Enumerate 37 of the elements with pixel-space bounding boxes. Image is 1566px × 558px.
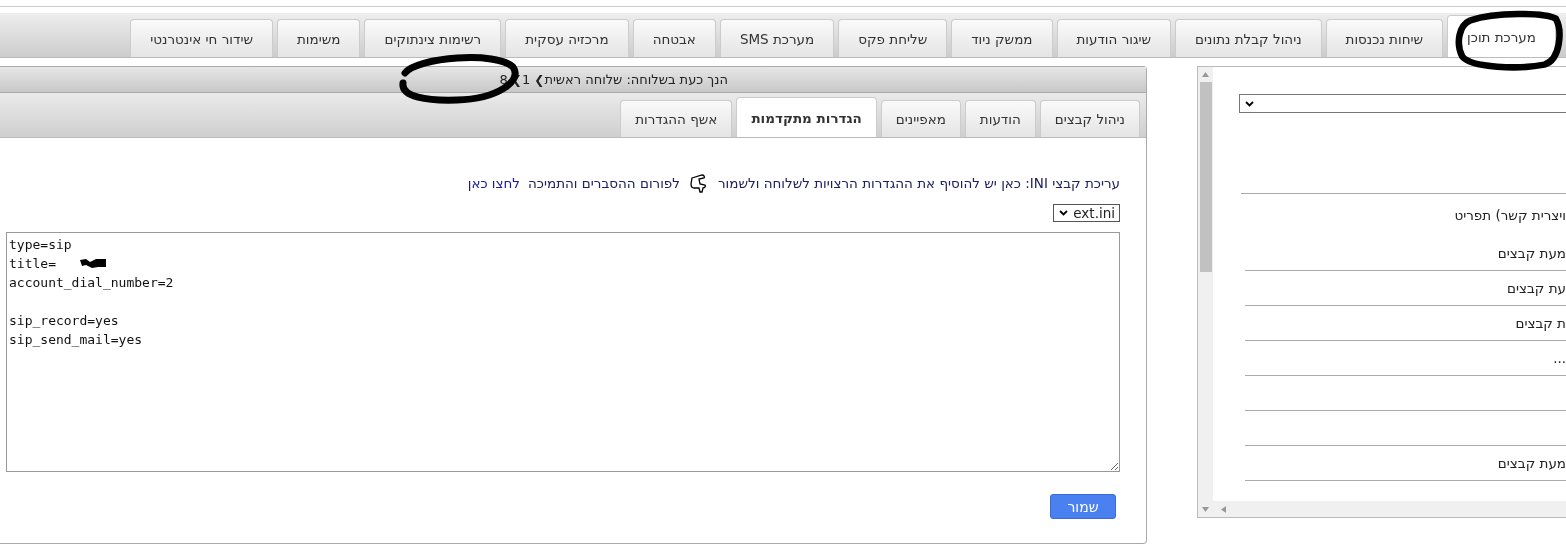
menu-item[interactable]: ויצרית קשר) תפריט [1454,207,1566,223]
forum-text: לפורום ההסברים והתמיכה [528,175,680,191]
nav-tab[interactable]: שיגור הודעות [1056,19,1172,57]
nav-tab[interactable]: שיחות נכנסות [1325,19,1444,57]
nav-tab[interactable]: רשימות צינתוקים [364,19,502,57]
menu-item[interactable]: מעת קבצים [1497,245,1566,261]
nav-tab[interactable]: מרכזיה עסקית [505,19,629,57]
tab[interactable]: אשף ההגדרות [620,100,733,137]
tab[interactable]: הודעות [964,100,1036,137]
save-button[interactable]: שמור [1050,494,1116,519]
nav-tab[interactable]: ניהול קבלת נתונים [1175,19,1322,57]
info-text: עריכת קבצי INI: כאן יש להוסיף את ההגדרות הרצויות לשלוחה ולשמור [718,175,1120,191]
scroll-left-icon[interactable] [1221,505,1226,513]
ini-editor[interactable]: type=sip title= account_dial_number=2 sip_record=yes sip_send_mail=yes [6,232,1120,472]
menu-item[interactable]: עת קבצים [1507,280,1566,296]
nav-tab[interactable]: אבטחה [632,19,716,57]
scrollbar[interactable] [1198,67,1213,517]
help-link[interactable]: לחצו כאן [467,175,521,191]
menu-item[interactable]: ת קבצים [1515,315,1566,331]
nav-tab[interactable]: מערכת SMS [719,19,835,57]
nav-tab[interactable]: שידור חי אינטרנטי [130,19,273,57]
nav-tab[interactable]: ממשק ניוד [951,19,1053,57]
redaction-mark [78,257,108,269]
tab[interactable]: מאפיינים [880,100,961,137]
nav-tab[interactable]: משימות [277,19,361,57]
file-dropdown[interactable]: ext.ini [1053,204,1120,222]
scrollbar[interactable] [1213,501,1566,517]
tab[interactable]: ניהול קבצים [1039,100,1140,137]
chevron-down-icon [1059,210,1069,216]
dropdown[interactable] [1239,94,1566,113]
menu-item[interactable]: מעת קבצים [1497,455,1566,471]
scroll-down-icon[interactable] [1202,507,1209,512]
nav-tab[interactable]: שליחת פקס [838,19,948,57]
chevron-down-icon [1245,100,1254,107]
scroll-up-icon[interactable] [1202,72,1209,77]
tab[interactable]: הגדרות מתקדמות [736,97,877,137]
menu-item[interactable]: ... [1553,350,1566,366]
